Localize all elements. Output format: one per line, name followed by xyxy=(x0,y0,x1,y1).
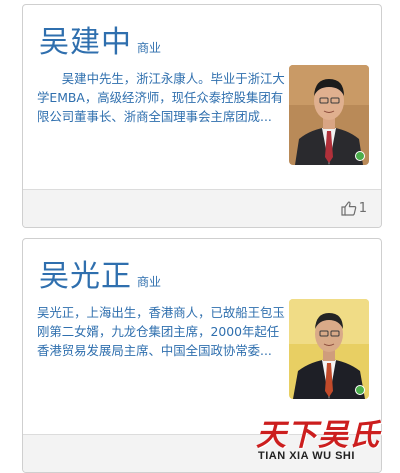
like-button[interactable]: 1 xyxy=(341,201,367,216)
card-header: 吴光正 商业 xyxy=(39,251,161,295)
like-count: 1 xyxy=(358,201,367,216)
online-status-dot xyxy=(355,385,365,395)
person-name-link[interactable]: 吴光正 xyxy=(39,259,132,294)
category-tag[interactable]: 商业 xyxy=(137,275,161,289)
thumbs-up-icon xyxy=(341,201,357,216)
online-status-dot xyxy=(355,151,365,161)
card-footer: 1 xyxy=(23,189,381,227)
person-bio: 吴光正，上海出生，香港商人，已故船王包玉刚第二女婿，九龙仓集团主席，2000年起… xyxy=(37,305,285,358)
person-avatar[interactable] xyxy=(289,299,369,399)
person-bio: 吴建中先生，浙江永康人。毕业于浙江大学EMBA，高级经济师，现任众泰控股集团有限… xyxy=(37,71,285,124)
person-name-link[interactable]: 吴建中 xyxy=(39,25,132,60)
person-avatar[interactable] xyxy=(289,65,369,165)
category-tag[interactable]: 商业 xyxy=(137,41,161,55)
watermark-logo-text: 天下吴氏 xyxy=(256,418,380,453)
watermark-logo: 天下吴氏 TIAN XIA WU SHI xyxy=(256,420,386,470)
card-header: 吴建中 商业 xyxy=(39,17,161,61)
person-card[interactable]: 吴建中 商业 吴建中先生，浙江永康人。毕业于浙江大学EMBA，高级经济师，现任众泰… xyxy=(22,4,382,228)
